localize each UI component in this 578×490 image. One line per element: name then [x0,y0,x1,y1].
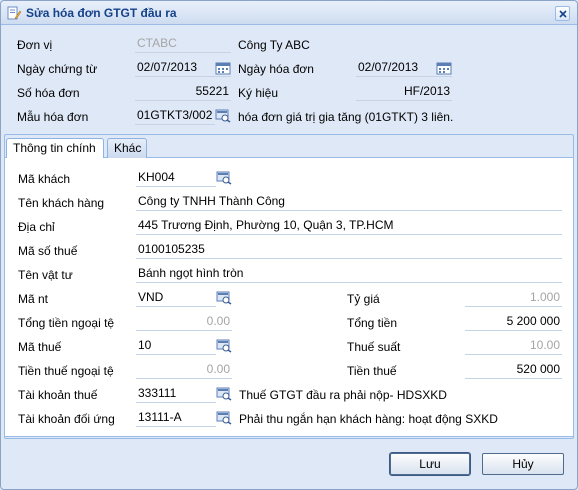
tab-strip: Thông tin chính Khác [4,136,574,159]
edit-invoice-window: Sửa hóa đơn GTGT đầu ra Đơn vị CTABC Côn… [0,0,578,490]
tong-tien-label: Tổng tiền [347,316,398,330]
close-button[interactable] [555,6,570,21]
edit-document-icon [7,6,21,20]
ky-hieu-field[interactable]: HF/2013 [356,83,452,101]
save-button[interactable]: Lưu [389,452,471,476]
ngay-hoa-don-label: Ngày hóa đơn [238,62,314,76]
calendar-icon[interactable] [436,61,452,75]
tien-thue-nt-field[interactable]: 0.00 [136,361,232,379]
tk-thue-desc: Thuế GTGT đầu ra phải nộp- HDSXKD [239,388,447,402]
tk-thue-label: Tài khoản thuế [18,388,98,402]
ma-khach-label: Mã khách [18,172,71,186]
lookup-icon[interactable] [216,339,232,353]
thue-suat-label: Thuế suất [347,340,401,354]
mau-hoa-don-label: Mẫu hóa đơn [17,110,89,124]
ma-khach-field[interactable]: KH004 [136,169,216,187]
ngay-chung-tu-value: 02/07/2013 [137,60,198,74]
ma-nt-label: Mã nt [18,292,49,306]
ty-gia-label: Tỷ giá [347,292,380,306]
ngay-hoa-don-value: 02/07/2013 [358,60,419,74]
cancel-button-label: Hủy [512,457,534,471]
tab-thong-tin-chinh[interactable]: Thông tin chính [6,138,104,159]
ma-so-thue-field[interactable]: 0100105235 [136,241,562,259]
tab-khac[interactable]: Khác [107,138,147,158]
don-vi-code-field[interactable]: CTABC [135,35,231,53]
lookup-icon[interactable] [216,387,232,401]
ten-khach-hang-field[interactable]: Công ty TNHH Thành Công [136,193,562,211]
ten-vat-tu-field[interactable]: Bánh ngọt hình tròn [136,265,562,283]
tong-tien-nt-field[interactable]: 0.00 [136,313,232,331]
ky-hieu-label: Ký hiệu [238,86,279,100]
tab-label: Thông tin chính [13,141,96,155]
tien-thue-nt-label: Tiền thuế ngoại tệ [18,364,114,378]
lookup-icon[interactable] [215,109,231,123]
thue-suat-field[interactable]: 10.00 [465,337,562,355]
ty-gia-field[interactable]: 1.000 [465,289,562,307]
main-info-panel: Mã khách KH004 Tên khách hàng Công ty TN… [4,158,574,437]
lookup-icon[interactable] [216,171,232,185]
dia-chi-label: Địa chỉ [18,220,55,234]
tk-doi-ung-desc: Phải thu ngắn hạn khách hàng: hoạt động … [239,412,498,426]
tab-label: Khác [114,141,142,155]
close-icon [559,10,567,18]
don-vi-label: Đơn vị [17,38,53,52]
title-bar: Sửa hóa đơn GTGT đầu ra [1,1,577,25]
so-hoa-don-field[interactable]: 55221 [135,83,231,101]
so-hoa-don-label: Số hóa đơn [17,86,80,100]
ma-nt-field[interactable]: VND [136,289,216,307]
tong-tien-field[interactable]: 5 200 000 [465,313,562,331]
ma-so-thue-label: Mã số thuế [18,244,78,258]
lookup-icon[interactable] [216,291,232,305]
tong-tien-nt-label: Tổng tiền ngoại tệ [18,316,115,330]
don-vi-name: Công Ty ABC [238,38,310,52]
dia-chi-field[interactable]: 445 Trương Định, Phường 10, Quận 3, TP.H… [136,217,562,235]
tien-thue-field[interactable]: 520 000 [465,361,562,379]
mau-hoa-don-desc: hóa đơn giá trị gia tăng (01GTKT) 3 liên… [238,110,454,124]
ngay-chung-tu-label: Ngày chứng từ [17,62,98,76]
tk-doi-ung-label: Tài khoản đối ứng [18,412,115,426]
mau-hoa-don-field[interactable]: 01GTKT3/002 [135,107,215,125]
tk-doi-ung-field[interactable]: 13111-A [136,409,216,427]
save-button-label: Lưu [419,457,441,471]
ma-thue-label: Mã thuế [18,340,62,354]
ma-thue-field[interactable]: 10 [136,337,216,355]
window-title: Sửa hóa đơn GTGT đầu ra [26,6,177,20]
ten-vat-tu-label: Tên vật tư [18,268,73,282]
lookup-icon[interactable] [216,411,232,425]
ten-khach-hang-label: Tên khách hàng [18,196,105,210]
tk-thue-field[interactable]: 333111 [136,385,216,403]
calendar-icon[interactable] [215,61,231,75]
cancel-button[interactable]: Hủy [482,453,564,475]
tien-thue-label: Tiền thuế [347,364,397,378]
